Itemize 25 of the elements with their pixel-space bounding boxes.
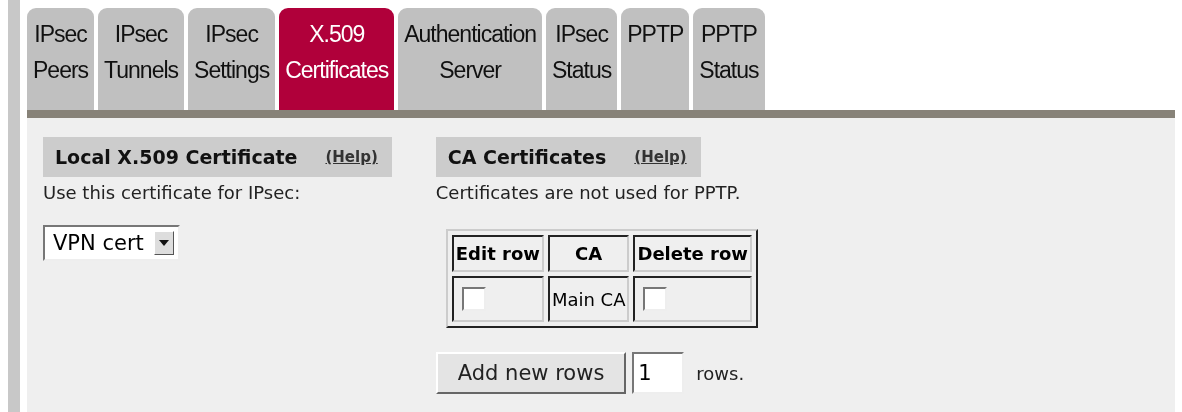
column-header: Edit row <box>451 235 544 272</box>
tab[interactable]: X.509 Certificates <box>279 8 395 110</box>
column-header: CA <box>547 235 630 272</box>
field-label: Use this certificate for IPsec: <box>43 182 301 203</box>
caret-icon <box>158 240 169 246</box>
tab[interactable]: PPTP Status <box>693 8 765 110</box>
help-link[interactable]: (Help) <box>634 148 687 166</box>
column-header: Delete row <box>633 235 752 272</box>
checkbox[interactable] <box>643 287 668 311</box>
tab[interactable]: IPsec Tunnels <box>98 8 185 110</box>
note-text: Certificates are not used for PPTP. <box>435 182 741 203</box>
rows-label: rows. <box>696 362 745 384</box>
certificate-dropdown[interactable]: VPN cert <box>43 225 180 261</box>
tab[interactable]: IPsec Peers <box>27 8 95 110</box>
section-title: CA Certificates <box>447 146 607 168</box>
checkbox[interactable] <box>461 287 486 311</box>
tab[interactable]: PPTP <box>621 8 690 110</box>
tab[interactable]: Authentication Server <box>398 8 542 110</box>
add-rows-button[interactable]: Add new rows <box>435 352 627 394</box>
table-cell: Main CA <box>547 276 630 322</box>
help-link[interactable]: (Help) <box>325 148 378 166</box>
rows-input[interactable]: 1 <box>632 352 685 394</box>
tab[interactable]: IPsec Status <box>546 8 618 110</box>
section-title: Local X.509 Certificate <box>55 146 298 168</box>
tab[interactable]: IPsec Settings <box>188 8 276 110</box>
